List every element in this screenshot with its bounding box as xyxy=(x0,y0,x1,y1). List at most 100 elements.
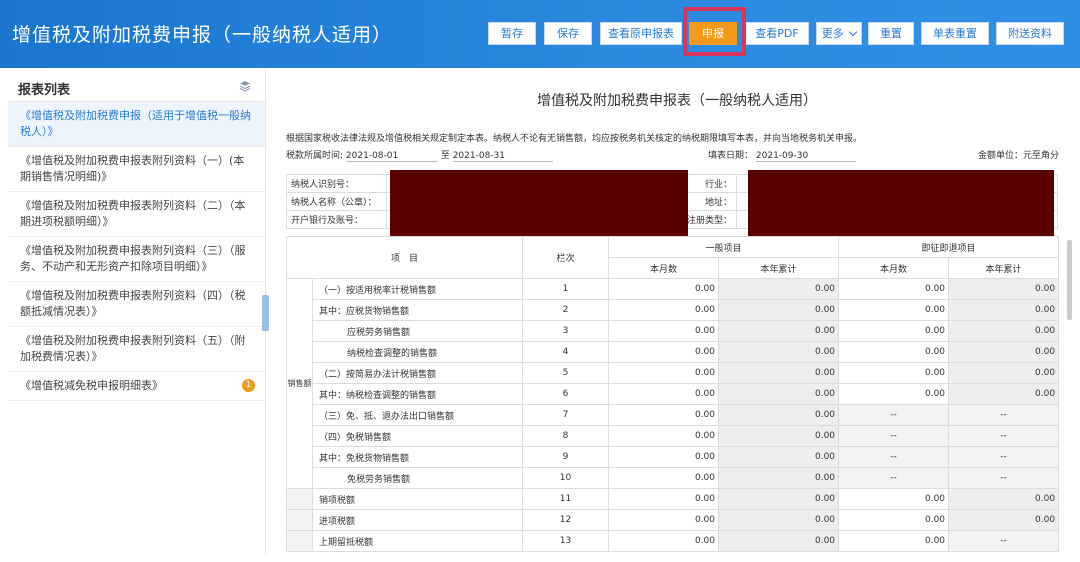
row-line-number: 1 xyxy=(522,278,610,300)
amount-cell[interactable]: 0.00 xyxy=(608,299,720,321)
period-label: 税款所属时间: xyxy=(286,151,344,161)
amount-cell[interactable]: 0.00 xyxy=(838,488,950,510)
amount-cell: 0.00 xyxy=(718,509,840,531)
amount-cell[interactable]: 0.00 xyxy=(608,488,720,510)
row-line-number: 8 xyxy=(522,425,610,447)
save-button[interactable]: 保存 xyxy=(544,22,592,45)
attach-materials-button[interactable]: 附送资料 xyxy=(996,22,1064,45)
sidebar-collapse-handle[interactable] xyxy=(262,295,269,331)
amount-cell[interactable]: 0.00 xyxy=(838,320,950,342)
row-item-label: 上期留抵税额 xyxy=(311,530,524,552)
table-row: 销项税额 11 0.00 0.00 0.00 0.00 xyxy=(286,488,1060,510)
amount-cell: 0.00 xyxy=(718,278,840,300)
amount-cell[interactable]: 0.00 xyxy=(838,509,950,531)
amount-cell[interactable]: 0.00 xyxy=(608,383,720,405)
app-header: 增值税及附加税费申报（一般纳税人适用） 暂存 保存 查看原申报表 申报 查看PD… xyxy=(0,0,1080,68)
row-item-label: 免税劳务销售额 xyxy=(311,467,524,489)
row-line-number: 4 xyxy=(522,341,610,363)
table-row: （二）按简易办法计税销售额 5 0.00 0.00 0.00 0.00 xyxy=(287,362,1060,384)
sidebar-item-label: 《增值税及附加税费申报表附列资料（一）(本期销售情况明细)》 xyxy=(20,154,245,183)
period-to-field[interactable]: 2021-08-31 xyxy=(452,151,553,162)
amount-cell[interactable]: 0.00 xyxy=(608,278,720,300)
reset-single-table-button[interactable]: 单表重置 xyxy=(921,22,989,45)
row-item-label: 纳税检查调整的销售额 xyxy=(311,341,524,363)
amount-cell[interactable]: 0.00 xyxy=(838,383,950,405)
fill-date-field[interactable]: 2021-09-30 xyxy=(755,151,856,162)
table-row: （三）免、抵、退办法出口销售额 7 0.00 0.00 -- -- xyxy=(287,404,1060,426)
amount-cell: -- xyxy=(948,530,1060,552)
sidebar-item-schedule-2[interactable]: 《增值税及附加税费申报表附列资料（二）（本期进项税额明细）》 xyxy=(8,192,265,237)
view-original-button[interactable]: 查看原申报表 xyxy=(600,22,682,45)
amount-cell[interactable]: 0.00 xyxy=(608,467,720,489)
layers-icon[interactable] xyxy=(239,80,251,92)
row-line-number: 12 xyxy=(522,509,610,531)
amount-cell: 0.00 xyxy=(718,467,840,489)
reset-button[interactable]: 重置 xyxy=(868,22,914,45)
amount-cell[interactable]: 0.00 xyxy=(608,446,720,468)
view-pdf-button[interactable]: 查看PDF xyxy=(745,22,809,45)
form-notice: 根据国家税收法律法规及增值税相关规定制定本表。纳税人不论有无销售额，均应按税务机… xyxy=(286,134,863,144)
row-item-label: （三）免、抵、退办法出口销售额 xyxy=(311,404,524,426)
vertical-scrollbar[interactable] xyxy=(1067,240,1072,320)
group-general-header: 一般项目 xyxy=(608,236,840,258)
sidebar-item-schedule-5[interactable]: 《增值税及附加税费申报表附列资料（五）（附加税费情况表）》 xyxy=(8,327,265,372)
amount-cell[interactable]: 0.00 xyxy=(608,404,720,426)
amount-cell[interactable]: 0.00 xyxy=(608,425,720,447)
row-line-number: 13 xyxy=(522,530,610,552)
amount-cell: -- xyxy=(948,404,1060,426)
amount-cell: 0.00 xyxy=(948,320,1060,342)
category-empty-cell xyxy=(286,530,313,552)
table-row: 进项税额 12 0.00 0.00 0.00 0.00 xyxy=(286,509,1060,531)
row-line-number: 7 xyxy=(522,404,610,426)
amount-cell: -- xyxy=(838,446,950,468)
amount-cell[interactable]: 0.00 xyxy=(608,362,720,384)
table-row: 销售额 （一）按适用税率计税销售额 1 0.00 0.00 0.00 0.00 xyxy=(286,278,1060,489)
amount-cell: -- xyxy=(838,404,950,426)
amount-cell: 0.00 xyxy=(948,341,1060,363)
row-item-label: 其中：应税货物销售额 xyxy=(311,299,524,321)
amount-cell[interactable]: 0.00 xyxy=(608,320,720,342)
sidebar-item-schedule-1[interactable]: 《增值税及附加税费申报表附列资料（一）(本期销售情况明细)》 xyxy=(8,147,265,192)
amount-cell[interactable]: 0.00 xyxy=(838,341,950,363)
category-empty-cell xyxy=(286,488,313,510)
amount-cell: 0.00 xyxy=(718,362,840,384)
amount-cell: 0.00 xyxy=(718,341,840,363)
amount-cell[interactable]: 0.00 xyxy=(838,299,950,321)
amount-cell[interactable]: 0.00 xyxy=(838,530,950,552)
amount-cell[interactable]: 0.00 xyxy=(608,341,720,363)
row-item-label: 其中：免税货物销售额 xyxy=(311,446,524,468)
declaration-form: 增值税及附加税费申报表（一般纳税人适用） 根据国家税收法律法规及增值税相关规定制… xyxy=(272,70,1072,562)
unit-label: 金额单位：元至角分 xyxy=(978,151,1060,161)
more-dropdown-button[interactable]: 更多 xyxy=(816,22,862,45)
row-item-label: 销项税额 xyxy=(311,488,524,510)
row-line-number: 10 xyxy=(522,467,610,489)
table-row: 其中：纳税检查调整的销售额 6 0.00 0.00 0.00 0.00 xyxy=(287,383,1060,405)
sidebar-item-exemption-detail[interactable]: 《增值税减免税申报明细表》 1 xyxy=(8,372,265,401)
row-item-label: 进项税额 xyxy=(311,509,524,531)
sidebar-item-label: 《增值税及附加税费申报表附列资料（五）（附加税费情况表）》 xyxy=(20,334,246,363)
sidebar-item-label: 《增值税及附加税费申报表附列资料（三）（服务、不动产和无形资产扣除项目明细）》 xyxy=(20,244,246,273)
amount-cell: -- xyxy=(948,467,1060,489)
amount-cell[interactable]: 0.00 xyxy=(608,530,720,552)
period-from-field[interactable]: 2021-08-01 xyxy=(345,151,438,162)
amount-cell[interactable]: 0.00 xyxy=(838,278,950,300)
form-title: 增值税及附加税费申报表（一般纳税人适用） xyxy=(537,93,817,109)
sidebar-item-main-return[interactable]: 《增值税及附加税费申报（适用于增值税一般纳税人）》 xyxy=(8,102,265,147)
col-lineno-header: 栏次 xyxy=(522,236,610,279)
temp-save-button[interactable]: 暂存 xyxy=(488,22,536,45)
group-refund-header: 即征即退项目 xyxy=(838,236,1060,258)
more-label: 更多 xyxy=(821,27,844,40)
amount-cell[interactable]: 0.00 xyxy=(608,509,720,531)
sub-year-header: 本年累计 xyxy=(718,257,840,279)
amount-cell: 0.00 xyxy=(718,383,840,405)
sidebar-item-schedule-4[interactable]: 《增值税及附加税费申报表附列资料（四）（税额抵减情况表）》 xyxy=(8,282,265,327)
sidebar-header: 报表列表 xyxy=(8,70,265,104)
amount-cell: 0.00 xyxy=(948,278,1060,300)
sub-month-header: 本月数 xyxy=(838,257,950,279)
sidebar-title: 报表列表 xyxy=(18,79,71,104)
amount-cell[interactable]: 0.00 xyxy=(838,362,950,384)
table-row: （四）免税销售额 8 0.00 0.00 -- -- xyxy=(287,425,1060,447)
amount-cell: -- xyxy=(838,467,950,489)
sidebar-item-schedule-3[interactable]: 《增值税及附加税费申报表附列资料（三）（服务、不动产和无形资产扣除项目明细）》 xyxy=(8,237,265,282)
highlight-box xyxy=(683,7,746,56)
